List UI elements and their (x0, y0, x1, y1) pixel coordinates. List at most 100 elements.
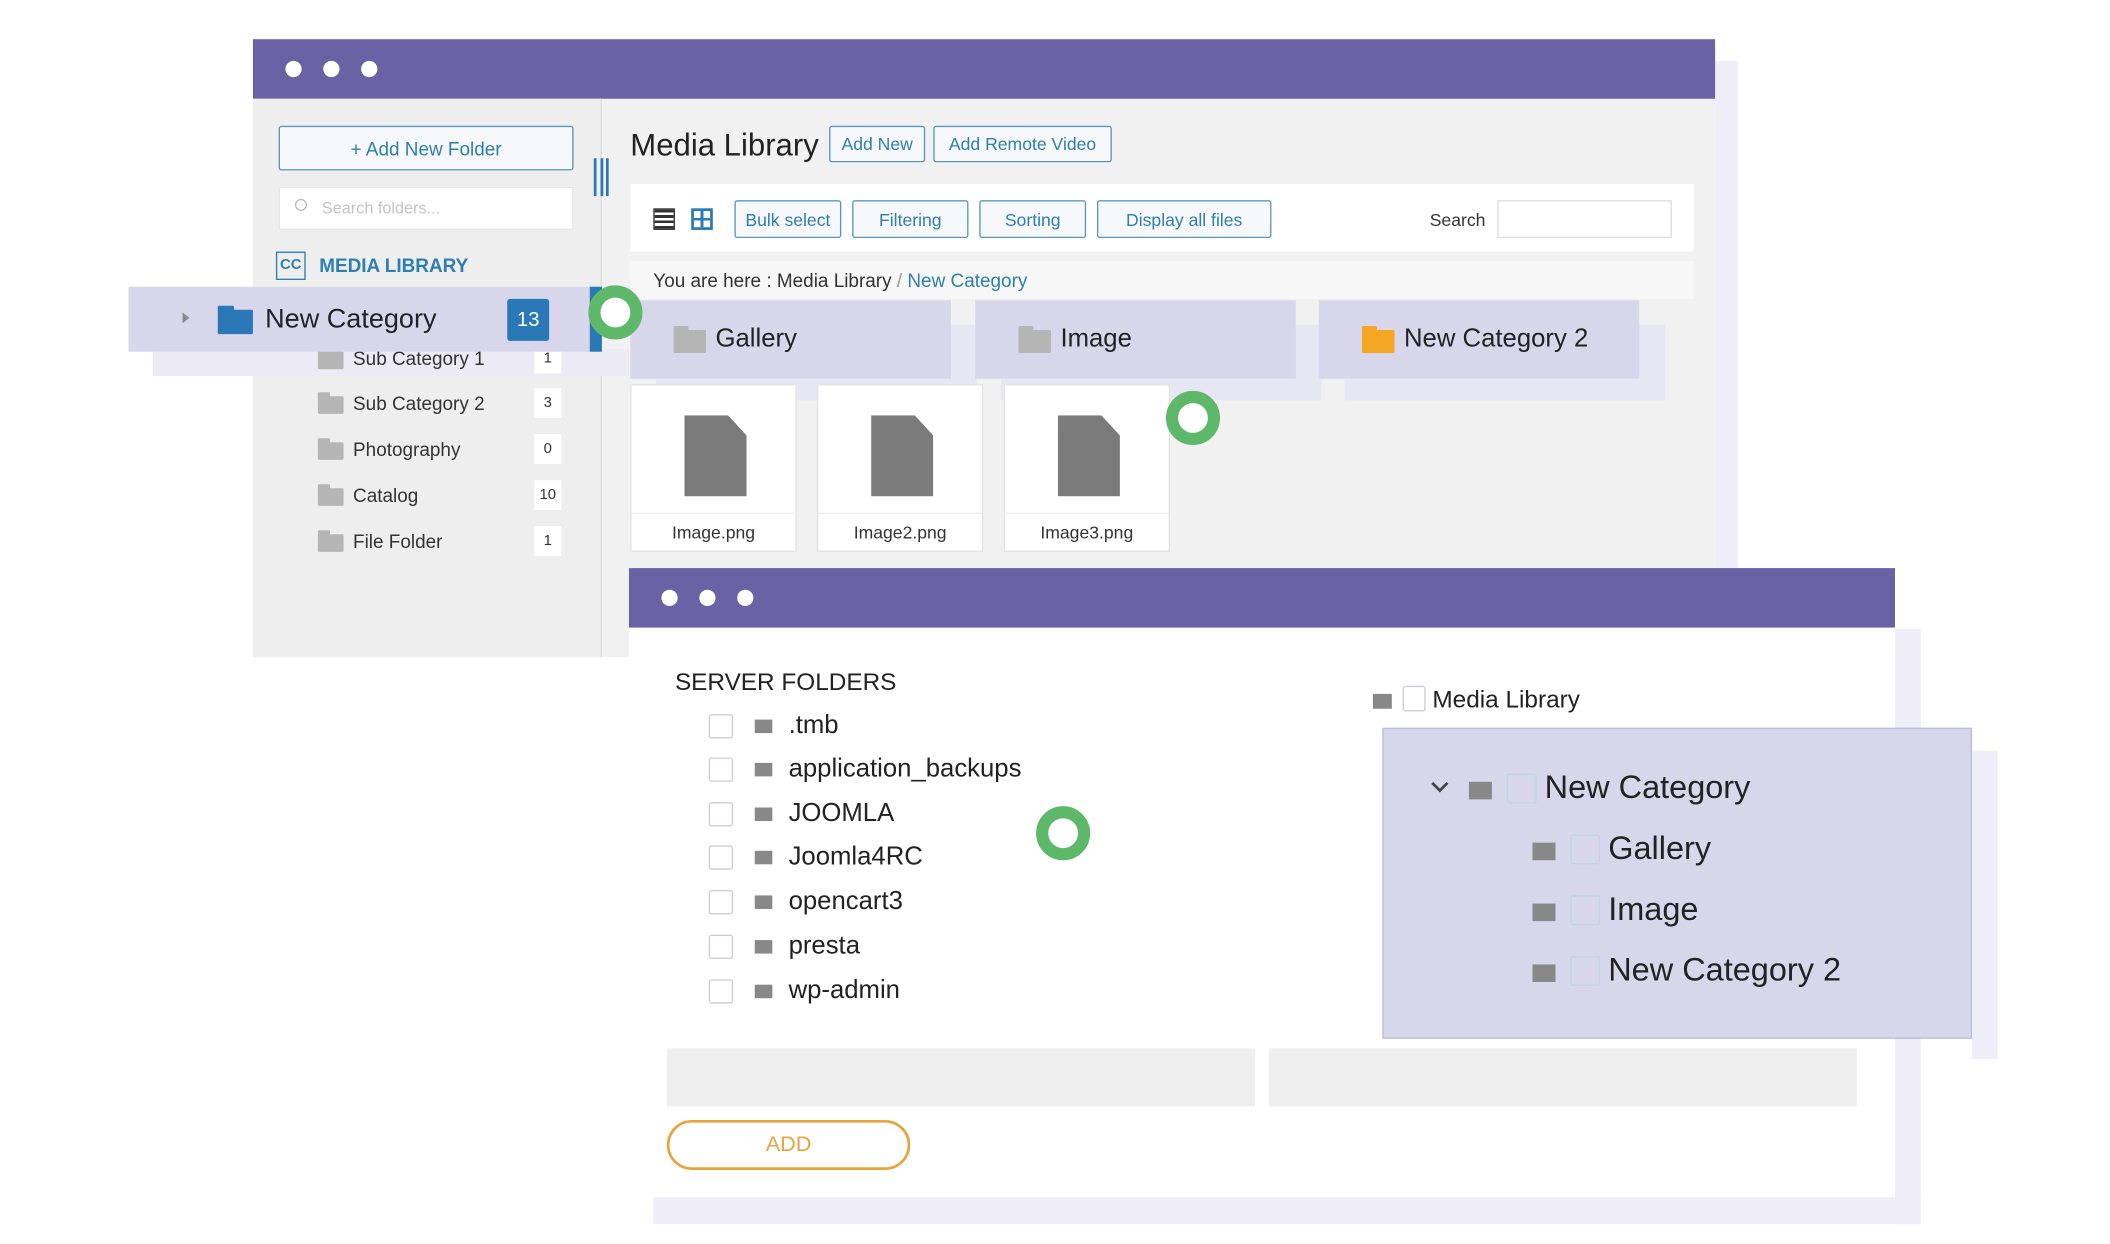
page-title: Media Library (630, 127, 819, 163)
checkbox[interactable] (708, 979, 734, 1004)
checkbox[interactable] (1570, 834, 1601, 865)
add-remote-video-button[interactable]: Add Remote Video (933, 125, 1112, 163)
breadcrumb-root[interactable]: Media Library (777, 269, 892, 291)
folder-icon (673, 325, 707, 354)
file-card[interactable]: Image.png (630, 384, 797, 552)
item-count: 1 (534, 526, 562, 556)
tree-item-label: Gallery (1608, 830, 1712, 868)
checkbox[interactable] (1570, 956, 1601, 987)
tree-item[interactable]: New Category 2 (1532, 952, 1965, 993)
folder-label: New Category 2 (1403, 324, 1589, 354)
tree-root[interactable]: Media Library (1372, 684, 1644, 716)
display-all-files-button[interactable]: Display all files (1096, 200, 1272, 239)
item-label: New Category (265, 304, 437, 335)
sidebar (252, 98, 602, 658)
folder-icon (1362, 325, 1395, 354)
drag-cursor-indicator (1165, 390, 1221, 446)
search-icon (294, 198, 308, 212)
sidebar-item[interactable]: Sub Category 2 3 (317, 388, 568, 418)
folder-tile[interactable]: New Category 2 (1318, 300, 1640, 379)
list-view-icon[interactable] (653, 208, 675, 230)
folder-icon (1372, 693, 1392, 709)
panel-shadow (1972, 750, 1998, 1060)
checkbox[interactable] (708, 845, 734, 870)
sidebar-item-new-category-dragging[interactable]: New Category 13 (128, 286, 602, 352)
tree-item[interactable]: Image (1532, 891, 1965, 932)
checkbox[interactable] (708, 714, 734, 739)
folder-tile[interactable]: Image (975, 300, 1296, 379)
item-label: File Folder (353, 530, 443, 552)
folder-icon (1532, 964, 1556, 982)
window-shadow (1715, 60, 1739, 575)
server-folder-item[interactable]: .tmb (708, 711, 1115, 741)
item-count: 0 (534, 434, 562, 464)
search-folders-input[interactable]: Search folders... (278, 186, 574, 230)
breadcrumb-current[interactable]: New Category (907, 269, 1027, 291)
folder-label: Gallery (715, 324, 797, 354)
window-dot[interactable] (285, 60, 302, 78)
breadcrumb-prefix: You are here (653, 269, 762, 291)
file-name: Image.png (631, 512, 796, 551)
search-input[interactable] (1497, 200, 1672, 239)
folder-icon (754, 850, 773, 865)
tree-item-label: Image (1608, 891, 1699, 928)
checkbox[interactable] (708, 757, 734, 782)
folder-icon (1532, 903, 1556, 922)
tree-item[interactable]: Gallery (1532, 830, 1965, 871)
bulk-select-button[interactable]: Bulk select (734, 200, 842, 239)
checkbox[interactable] (708, 890, 734, 915)
file-card[interactable]: Image2.png (816, 384, 984, 552)
server-folder-label: Joomla4RC (788, 842, 923, 872)
add-new-button[interactable]: Add New (829, 125, 926, 163)
server-folder-item[interactable]: wp-admin (708, 977, 1115, 1007)
window-dot[interactable] (699, 589, 716, 606)
file-card[interactable]: Image3.png (1003, 384, 1170, 552)
item-count: 10 (534, 480, 562, 510)
folder-icon (754, 984, 773, 999)
resize-handle[interactable] (593, 158, 609, 197)
tree-item-label: New Category 2 (1608, 952, 1841, 989)
window-dot[interactable] (323, 60, 340, 78)
folder-icon (754, 940, 773, 954)
window-dot[interactable] (661, 589, 678, 606)
server-folder-item[interactable]: opencart3 (708, 887, 1115, 917)
sidebar-item[interactable]: Photography 0 (317, 434, 568, 464)
checkbox[interactable] (1570, 895, 1601, 926)
title-bar (628, 568, 1895, 628)
checkbox[interactable] (1506, 773, 1537, 804)
folder-icon (1468, 781, 1492, 800)
folder-icon (754, 719, 773, 734)
folder-path-field[interactable] (666, 1048, 1256, 1107)
file-icon (1057, 415, 1120, 497)
sorting-button[interactable]: Sorting (979, 200, 1087, 239)
server-folder-item[interactable]: presta (708, 932, 1115, 962)
folder-tile[interactable]: Gallery (630, 300, 951, 379)
media-library-icon: CC (275, 251, 306, 280)
checkbox[interactable] (1402, 685, 1426, 712)
server-folder-label: .tmb (788, 711, 839, 740)
caret-right-icon[interactable] (182, 312, 190, 324)
filtering-button[interactable]: Filtering (852, 200, 969, 239)
breadcrumb: You are here : Media Library / New Categ… (630, 261, 1694, 299)
add-button[interactable]: ADD (666, 1119, 911, 1170)
sidebar-item[interactable]: File Folder 1 (317, 526, 568, 556)
file-icon (684, 415, 747, 497)
folder-icon (317, 438, 344, 460)
chevron-down-icon[interactable] (1431, 775, 1449, 793)
add-new-folder-button[interactable]: + Add New Folder (278, 125, 574, 171)
window-dot[interactable] (361, 60, 378, 78)
breadcrumb-separator: : (766, 269, 772, 291)
folder-icon (754, 807, 773, 822)
sidebar-item[interactable]: Catalog 10 (317, 480, 568, 510)
grid-view-icon[interactable] (691, 208, 713, 230)
folder-icon (1532, 842, 1556, 861)
folder-icon (317, 530, 344, 552)
checkbox[interactable] (708, 802, 734, 827)
tree-item-new-category[interactable]: New Category (1430, 770, 1863, 811)
drag-cursor-indicator (588, 285, 643, 340)
checkbox[interactable] (708, 934, 734, 959)
window-dot[interactable] (737, 589, 754, 606)
destination-field[interactable] (1268, 1048, 1858, 1107)
server-folder-item[interactable]: application_backups (708, 755, 1115, 785)
media-library-root[interactable]: MEDIA LIBRARY (319, 254, 468, 276)
